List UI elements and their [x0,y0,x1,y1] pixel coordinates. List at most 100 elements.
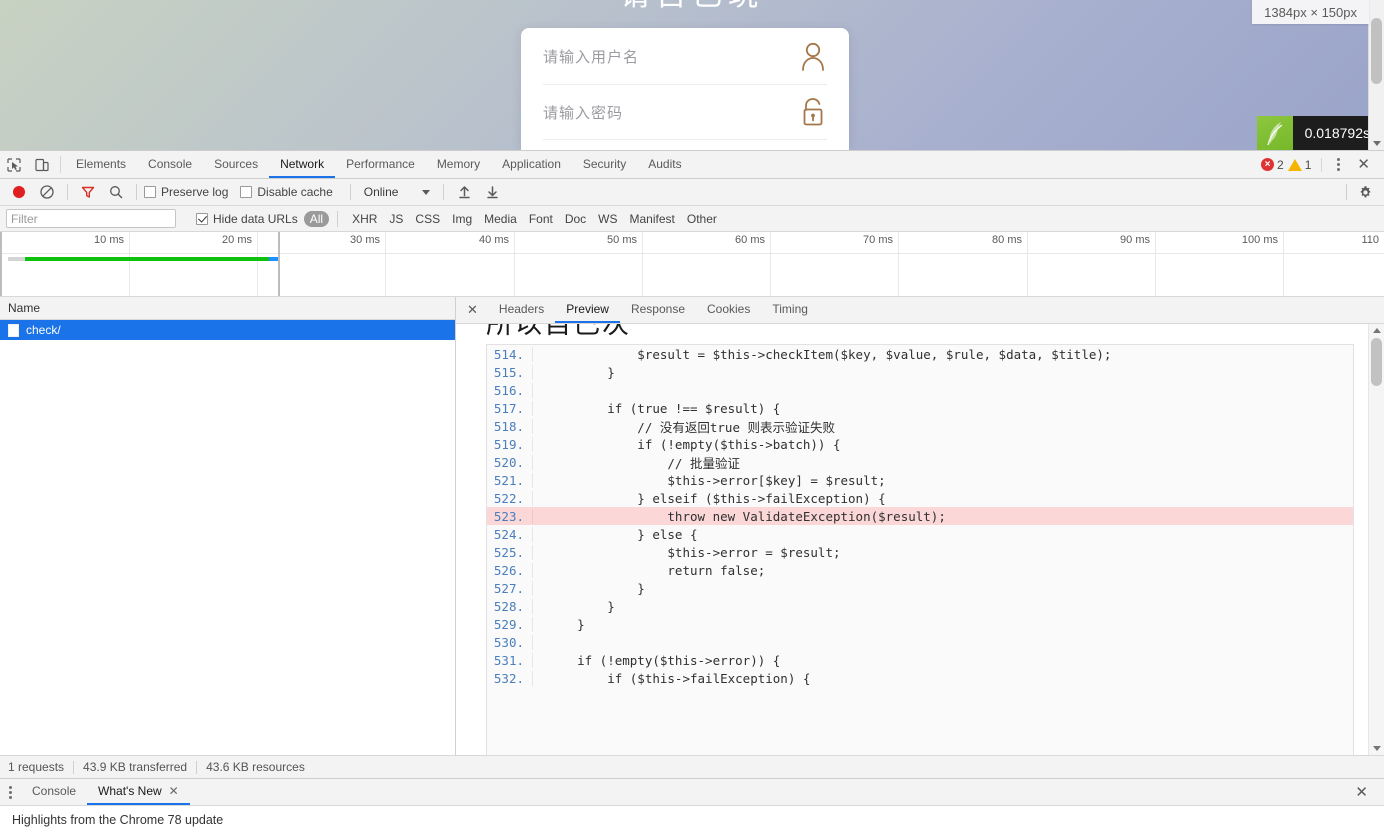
disable-cache-checkbox[interactable]: Disable cache [240,185,342,199]
filter-funnel-icon[interactable] [75,179,101,205]
filter-type-js[interactable]: JS [383,211,409,227]
whats-new-text: Highlights from the Chrome 78 update [12,813,224,827]
filter-type-other[interactable]: Other [681,211,723,227]
line-text: $result = $this->checkItem($key, $value,… [547,346,1112,362]
drawer-menu-icon[interactable] [0,779,21,805]
tab-audits[interactable]: Audits [637,151,692,178]
code-line: 525. $this->error = $result; [487,543,1353,561]
overview-tick-40ms: 40 ms [479,234,509,246]
tab-memory[interactable]: Memory [426,151,491,178]
error-heading: 所以自己次 [486,324,631,339]
scroll-up-arrow-icon[interactable] [1373,328,1381,333]
page-scrollbar-thumb[interactable] [1371,18,1382,84]
chevron-down-icon[interactable] [422,189,431,195]
overview-right-handle[interactable] [278,232,280,296]
record-icon[interactable] [6,179,32,205]
filter-type-css[interactable]: CSS [409,211,446,227]
line-number: 531. [487,652,533,668]
line-number: 515. [487,364,533,380]
tab-sources[interactable]: Sources [203,151,269,178]
line-number: 519. [487,436,533,452]
code-line: 527. } [487,579,1353,597]
request-detail-panel: ✕ Headers Preview Response Cookies Timin… [456,297,1384,755]
code-line: 514. $result = $this->checkItem($key, $v… [487,345,1353,363]
line-text: } [547,598,615,614]
tab-security[interactable]: Security [572,151,637,178]
username-field-row[interactable]: 请输入用户名 [543,28,827,85]
close-devtools-icon[interactable]: ✕ [1349,157,1378,172]
tab-application[interactable]: Application [491,151,572,178]
drawer-tab-console[interactable]: Console [21,779,87,805]
code-line: 528. } [487,597,1353,615]
search-icon[interactable] [103,179,129,205]
page-scrollbar[interactable] [1368,0,1384,150]
tab-cookies[interactable]: Cookies [696,297,761,323]
filter-type-img[interactable]: Img [446,211,478,227]
scroll-down-arrow-icon[interactable] [1373,141,1381,146]
filter-type-font[interactable]: Font [523,211,559,227]
disable-cache-box[interactable] [240,186,253,198]
status-divider-2 [196,760,198,774]
hide-data-urls-box[interactable] [196,212,208,225]
filter-type-xhr[interactable]: XHR [346,211,383,227]
preview-content: 所以自己次 514. $result = $this->checkItem($k… [456,324,1368,755]
export-har-icon[interactable] [479,179,505,205]
preview-scrollbar[interactable] [1368,324,1384,755]
overview-tick-10ms: 10 ms [94,234,124,246]
request-rows: check/ [0,320,455,755]
overview-left-handle[interactable] [0,232,2,296]
toolbar-divider-1 [67,184,68,200]
network-overview-timeline[interactable]: 10 ms 20 ms 30 ms 40 ms 50 ms 60 ms 70 m… [0,232,1384,297]
inspect-element-icon[interactable] [0,151,28,178]
warning-count-badge[interactable]: 1 [1287,158,1311,172]
tab-headers[interactable]: Headers [488,297,555,323]
unlock-icon [799,97,827,127]
filter-type-doc[interactable]: Doc [559,211,592,227]
tab-response[interactable]: Response [620,297,696,323]
preserve-log-box[interactable] [144,186,156,198]
tab-preview[interactable]: Preview [555,297,620,323]
overview-gridlines [0,232,1384,296]
hide-data-urls-label: Hide data URLs [213,211,298,226]
toolbar-divider-2 [136,184,137,200]
tab-network[interactable]: Network [269,151,336,178]
overview-tick-90ms: 90 ms [1120,234,1150,246]
filter-input[interactable] [6,209,176,228]
close-icon[interactable]: ✕ [169,784,179,798]
thinkphp-trace-bar[interactable]: 0.018792s [1256,116,1384,150]
throttle-select-value[interactable]: Online [364,185,399,199]
code-line: 522. } elseif ($this->failException) { [487,489,1353,507]
password-field-row[interactable]: 请输入密码 [543,85,827,140]
preserve-log-checkbox[interactable]: Preserve log [144,185,238,199]
drawer-tab-whats-new[interactable]: What's New ✕ [87,779,190,805]
overview-tick-100ms: 100 ms [1241,234,1278,246]
line-number: 517. [487,400,533,416]
request-name: check/ [26,323,61,337]
error-count-badge[interactable]: × 2 [1261,158,1284,172]
more-options-icon[interactable] [1328,158,1349,171]
line-number: 528. [487,598,533,614]
close-detail-icon[interactable]: ✕ [456,297,488,323]
password-placeholder: 请输入密码 [543,104,624,122]
request-column-header[interactable]: Name [0,297,455,320]
scroll-down-arrow-icon[interactable] [1373,746,1381,751]
network-status-bar: 1 requests 43.9 KB transferred 43.6 KB r… [0,755,1384,778]
hide-data-urls-checkbox[interactable]: Hide data URLs [196,212,304,226]
error-icon: × [1261,158,1275,171]
tab-elements[interactable]: Elements [65,151,137,178]
filter-type-ws[interactable]: WS [592,211,623,227]
tab-console[interactable]: Console [137,151,203,178]
tab-timing[interactable]: Timing [761,297,819,323]
page-title: 请自己玩 [0,0,1384,12]
preview-scrollbar-thumb[interactable] [1371,338,1382,386]
device-toolbar-icon[interactable] [28,151,56,178]
table-row[interactable]: check/ [0,320,455,340]
tab-performance[interactable]: Performance [335,151,426,178]
filter-type-manifest[interactable]: Manifest [624,211,681,227]
close-drawer-icon[interactable]: ✕ [1347,785,1376,800]
filter-type-media[interactable]: Media [478,211,523,227]
import-har-icon[interactable] [451,179,477,205]
clear-icon[interactable] [34,179,60,205]
filter-type-all[interactable]: All [303,210,330,227]
gear-icon[interactable] [1352,179,1378,205]
